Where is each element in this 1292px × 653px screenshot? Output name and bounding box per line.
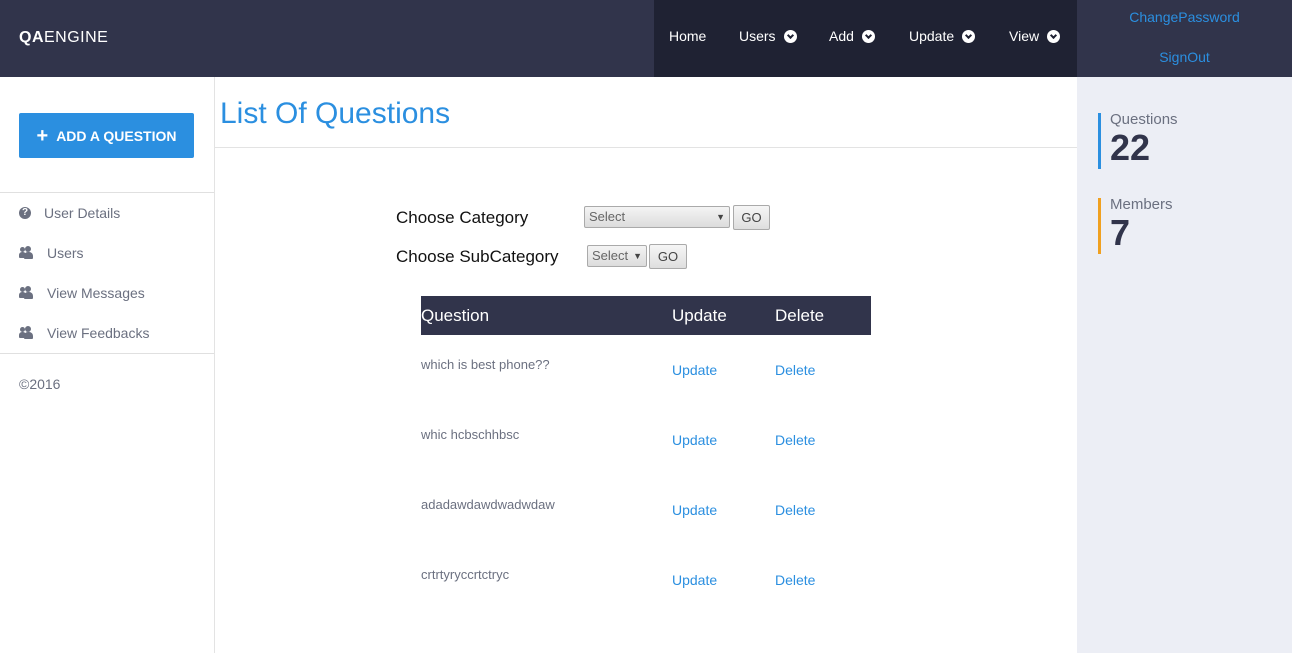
stat-value: 7 xyxy=(1110,212,1131,253)
table-header: Question Update Delete xyxy=(421,296,871,335)
page-title: List Of Questions xyxy=(220,97,451,130)
users-icon xyxy=(19,286,33,300)
update-link[interactable]: Update xyxy=(672,432,717,448)
users-icon xyxy=(19,326,33,340)
plus-icon: + xyxy=(36,124,49,147)
category-label: Choose Category xyxy=(396,208,529,227)
subcategory-go-button[interactable]: GO xyxy=(649,244,687,269)
nav-home[interactable]: Home xyxy=(669,28,706,44)
questions-stat: Questions 22 xyxy=(1098,111,1278,169)
question-cell: adadawdawdwadwdaw xyxy=(421,497,555,512)
category-select[interactable]: Select ▼ xyxy=(584,206,730,228)
divider xyxy=(0,192,214,193)
nav-add[interactable]: Add xyxy=(829,28,875,44)
update-link[interactable]: Update xyxy=(672,362,717,378)
category-go-button[interactable]: GO xyxy=(733,205,770,230)
left-sidebar: + ADD A QUESTION ? User Details Users Vi… xyxy=(0,77,215,653)
stats-sidebar: Questions 22 Members 7 xyxy=(1077,77,1292,653)
chevron-down-icon xyxy=(783,29,797,43)
delete-link[interactable]: Delete xyxy=(775,362,815,378)
update-link[interactable]: Update xyxy=(672,572,717,588)
divider xyxy=(215,147,1077,148)
users-icon xyxy=(19,246,33,260)
nav-view[interactable]: View xyxy=(1009,28,1061,44)
members-stat: Members 7 xyxy=(1098,196,1278,254)
nav-users[interactable]: Users xyxy=(739,28,797,44)
divider xyxy=(0,353,214,354)
question-circle-icon: ? xyxy=(19,207,31,219)
copyright: ©2016 xyxy=(19,376,61,392)
question-cell: crtrtyryccrtctryc xyxy=(421,567,510,582)
column-header-delete: Delete xyxy=(775,306,825,325)
question-cell: whic hcbschhbsc xyxy=(421,427,520,442)
sidebar-item-user-details[interactable]: ? User Details xyxy=(19,205,120,221)
stat-label: Questions xyxy=(1110,111,1178,128)
column-header-update: Update xyxy=(672,306,727,325)
brand-logo[interactable]: QAENGINE xyxy=(19,29,108,47)
stat-label: Members xyxy=(1110,196,1173,213)
column-header-question: Question xyxy=(421,306,490,325)
sidebar-item-users[interactable]: Users xyxy=(19,245,84,261)
nav-update[interactable]: Update xyxy=(909,28,976,44)
delete-link[interactable]: Delete xyxy=(775,432,815,448)
main-nav: Home Users Add Update View xyxy=(654,0,1077,77)
stat-value: 22 xyxy=(1110,127,1151,168)
update-link[interactable]: Update xyxy=(672,502,717,518)
sidebar-item-view-feedbacks[interactable]: View Feedbacks xyxy=(19,325,149,341)
sidebar-item-view-messages[interactable]: View Messages xyxy=(19,285,145,301)
account-panel: ChangePassword SignOut xyxy=(1077,0,1292,77)
subcategory-label: Choose SubCategory xyxy=(396,247,559,266)
question-cell: which is best phone?? xyxy=(421,357,550,372)
add-question-button[interactable]: + ADD A QUESTION xyxy=(19,113,194,158)
dropdown-arrow-icon: ▼ xyxy=(716,212,725,222)
change-password-link[interactable]: ChangePassword xyxy=(1077,9,1292,25)
delete-link[interactable]: Delete xyxy=(775,502,815,518)
chevron-down-icon xyxy=(962,29,976,43)
chevron-down-icon xyxy=(861,29,875,43)
subcategory-select[interactable]: Select ▼ xyxy=(587,245,647,267)
delete-link[interactable]: Delete xyxy=(775,572,815,588)
dropdown-arrow-icon: ▼ xyxy=(633,251,642,261)
sign-out-link[interactable]: SignOut xyxy=(1077,49,1292,65)
chevron-down-icon xyxy=(1047,29,1061,43)
